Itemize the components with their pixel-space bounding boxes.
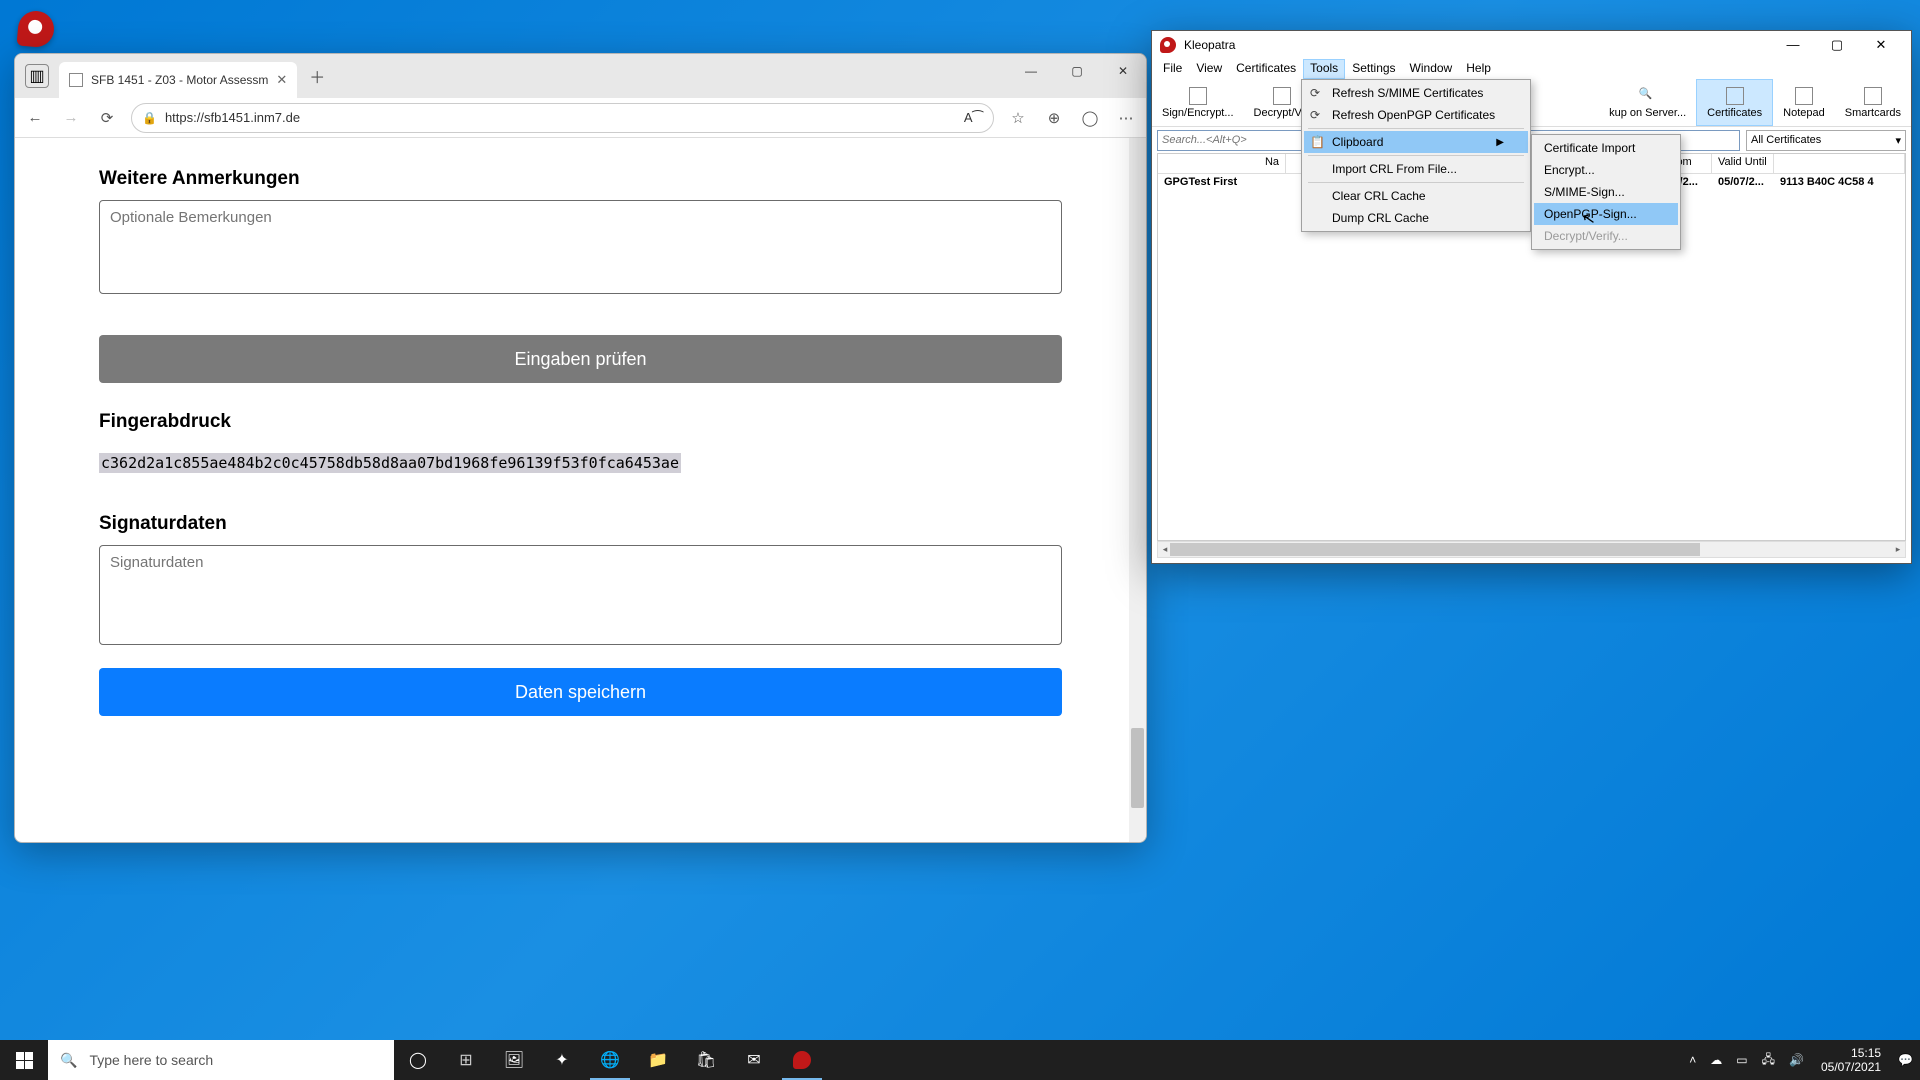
tray-meet-icon[interactable]: ▭	[1729, 1053, 1754, 1067]
edge-browser-window: ▥ SFB 1451 - Z03 - Motor Assessm ✕ ＋ ― ▢…	[14, 53, 1147, 843]
menu-refresh-smime[interactable]: ⟳Refresh S/MIME Certificates	[1304, 82, 1528, 104]
signature-heading: Signaturdaten	[99, 513, 1062, 535]
menu-dump-crl[interactable]: Dump CRL Cache	[1304, 207, 1528, 229]
task-view-button[interactable]: ◯	[394, 1040, 442, 1080]
menu-certificates[interactable]: Certificates	[1229, 59, 1303, 79]
signature-textarea[interactable]	[99, 545, 1062, 645]
taskbar-clock[interactable]: 15:15 05/07/2021	[1811, 1046, 1891, 1075]
kleopatra-icon	[1160, 37, 1176, 53]
tb-sign-encrypt[interactable]: Sign/Encrypt...	[1152, 79, 1244, 126]
menu-import-crl[interactable]: Import CRL From File...	[1304, 158, 1528, 180]
search-icon: 🔍	[60, 1052, 77, 1069]
menu-clear-crl[interactable]: Clear CRL Cache	[1304, 185, 1528, 207]
tray-chevron-icon[interactable]: ˄	[1682, 1053, 1703, 1067]
fingerprint-value[interactable]: c362d2a1c855ae484b2c0c45758db58d8aa07bd1…	[99, 453, 681, 473]
menu-help[interactable]: Help	[1459, 59, 1498, 79]
taskbar-cortana[interactable]: ⊞	[442, 1040, 490, 1080]
kleopatra-menubar: File View Certificates Tools Settings Wi…	[1152, 59, 1911, 79]
save-data-button[interactable]: Daten speichern	[99, 668, 1062, 716]
profile-button[interactable]: ◯	[1078, 106, 1102, 130]
menu-refresh-pgp[interactable]: ⟳Refresh OpenPGP Certificates	[1304, 104, 1528, 126]
tab-title: SFB 1451 - Z03 - Motor Assessm	[91, 73, 268, 87]
kleopatra-titlebar[interactable]: Kleopatra ― ▢ ✕	[1152, 31, 1911, 59]
chevron-down-icon: ▾	[1895, 134, 1901, 147]
close-tab-icon[interactable]: ✕	[276, 72, 287, 88]
submenu-smime-sign[interactable]: S/MIME-Sign...	[1534, 181, 1678, 203]
remarks-heading: Weitere Anmerkungen	[99, 168, 1062, 190]
taskbar-explorer[interactable]: 📁	[634, 1040, 682, 1080]
reload-button[interactable]: ⟳	[95, 106, 119, 130]
lock-icon: 🔒	[142, 111, 157, 125]
menu-clipboard[interactable]: 📋Clipboard▶	[1304, 131, 1528, 153]
submenu-cert-import[interactable]: Certificate Import	[1534, 137, 1678, 159]
fingerprint-heading: Fingerabdruck	[99, 411, 1062, 433]
remarks-textarea[interactable]	[99, 200, 1062, 294]
favorites-button[interactable]: ☆	[1006, 106, 1030, 130]
taskbar-search[interactable]: 🔍Type here to search	[48, 1040, 394, 1080]
maximize-button[interactable]: ▢	[1815, 37, 1859, 53]
tb-smartcards[interactable]: Smartcards	[1835, 79, 1911, 126]
close-button[interactable]: ✕	[1859, 37, 1903, 53]
tb-notepad[interactable]: Notepad	[1773, 79, 1835, 126]
tb-lookup-server[interactable]: 🔍kup on Server...	[1599, 79, 1696, 126]
close-window-button[interactable]: ✕	[1100, 54, 1146, 88]
read-aloud-icon[interactable]: A⁀	[964, 110, 983, 126]
window-title: Kleopatra	[1184, 38, 1235, 52]
menu-view[interactable]: View	[1189, 59, 1229, 79]
back-button[interactable]: ←	[23, 106, 47, 130]
taskbar-edge[interactable]: 🌐	[586, 1040, 634, 1080]
notifications-button[interactable]: 💬	[1891, 1053, 1920, 1067]
url-text: https://sfb1451.inm7.de	[165, 110, 300, 125]
minimize-button[interactable]: ―	[1771, 37, 1815, 53]
page-scrollbar[interactable]	[1129, 138, 1146, 842]
taskbar-mail[interactable]: ✉	[730, 1040, 778, 1080]
system-tray: ˄ ☁ ▭ 🖧 🔊 15:15 05/07/2021 💬	[1682, 1040, 1920, 1080]
tools-dropdown-menu: ⟳Refresh S/MIME Certificates ⟳Refresh Op…	[1301, 79, 1531, 232]
forward-button: →	[59, 106, 83, 130]
menu-settings[interactable]: Settings	[1345, 59, 1402, 79]
maximize-button[interactable]: ▢	[1054, 54, 1100, 88]
menu-window[interactable]: Window	[1403, 59, 1460, 79]
kleopatra-window: Kleopatra ― ▢ ✕ File View Certificates T…	[1151, 30, 1912, 564]
tray-network-icon[interactable]: 🖧	[1755, 1050, 1782, 1071]
refresh-icon: ⟳	[1310, 86, 1320, 100]
refresh-icon: ⟳	[1310, 108, 1320, 122]
menu-tools[interactable]: Tools	[1303, 59, 1345, 79]
kleopatra-desktop-icon[interactable]	[16, 9, 55, 48]
menu-file[interactable]: File	[1156, 59, 1189, 79]
browser-tabstrip: ▥ SFB 1451 - Z03 - Motor Assessm ✕ ＋ ― ▢…	[15, 54, 1146, 98]
clipboard-icon: 📋	[1310, 135, 1325, 149]
address-bar[interactable]: 🔒 https://sfb1451.inm7.de A⁀	[131, 103, 994, 133]
browser-navbar: ← → ⟳ 🔒 https://sfb1451.inm7.de A⁀ ☆ ⊕ ◯…	[15, 98, 1146, 138]
browser-tab[interactable]: SFB 1451 - Z03 - Motor Assessm ✕	[59, 62, 297, 98]
submenu-openpgp-sign[interactable]: OpenPGP-Sign...	[1534, 203, 1678, 225]
start-button[interactable]	[0, 1040, 48, 1080]
browser-menu-button[interactable]: ⋯	[1114, 106, 1138, 130]
taskbar-kleopatra[interactable]	[778, 1040, 826, 1080]
taskbar-app-2[interactable]: ✦	[538, 1040, 586, 1080]
submenu-arrow-icon: ▶	[1496, 137, 1504, 148]
tray-onedrive-icon[interactable]: ☁	[1703, 1053, 1729, 1067]
tb-certificates[interactable]: Certificates	[1696, 79, 1773, 126]
page-content: Weitere Anmerkungen Eingaben prüfen Fing…	[15, 138, 1146, 842]
submenu-decrypt-verify: Decrypt/Verify...	[1534, 225, 1678, 247]
cert-filter-combo[interactable]: All Certificates▾	[1746, 130, 1906, 151]
collections-button[interactable]: ⊕	[1042, 106, 1066, 130]
clipboard-submenu: Certificate Import Encrypt... S/MIME-Sig…	[1531, 134, 1681, 250]
tab-actions-button[interactable]: ▥	[25, 64, 49, 88]
submenu-encrypt[interactable]: Encrypt...	[1534, 159, 1678, 181]
kleopatra-toolbar: Sign/Encrypt... Decrypt/Ver 🔍kup on Serv…	[1152, 79, 1911, 127]
check-inputs-button[interactable]: Eingaben prüfen	[99, 335, 1062, 383]
taskbar-app-1[interactable]: 🖼	[490, 1040, 538, 1080]
taskbar-store[interactable]: 🛍	[682, 1040, 730, 1080]
horizontal-scrollbar[interactable]: ◂▸	[1157, 541, 1906, 558]
tray-volume-icon[interactable]: 🔊	[1782, 1053, 1811, 1067]
windows-taskbar: 🔍Type here to search ◯ ⊞ 🖼 ✦ 🌐 📁 🛍 ✉ ˄ ☁…	[0, 1040, 1920, 1080]
minimize-button[interactable]: ―	[1008, 54, 1054, 88]
page-icon	[69, 73, 83, 87]
new-tab-button[interactable]: ＋	[303, 62, 331, 90]
